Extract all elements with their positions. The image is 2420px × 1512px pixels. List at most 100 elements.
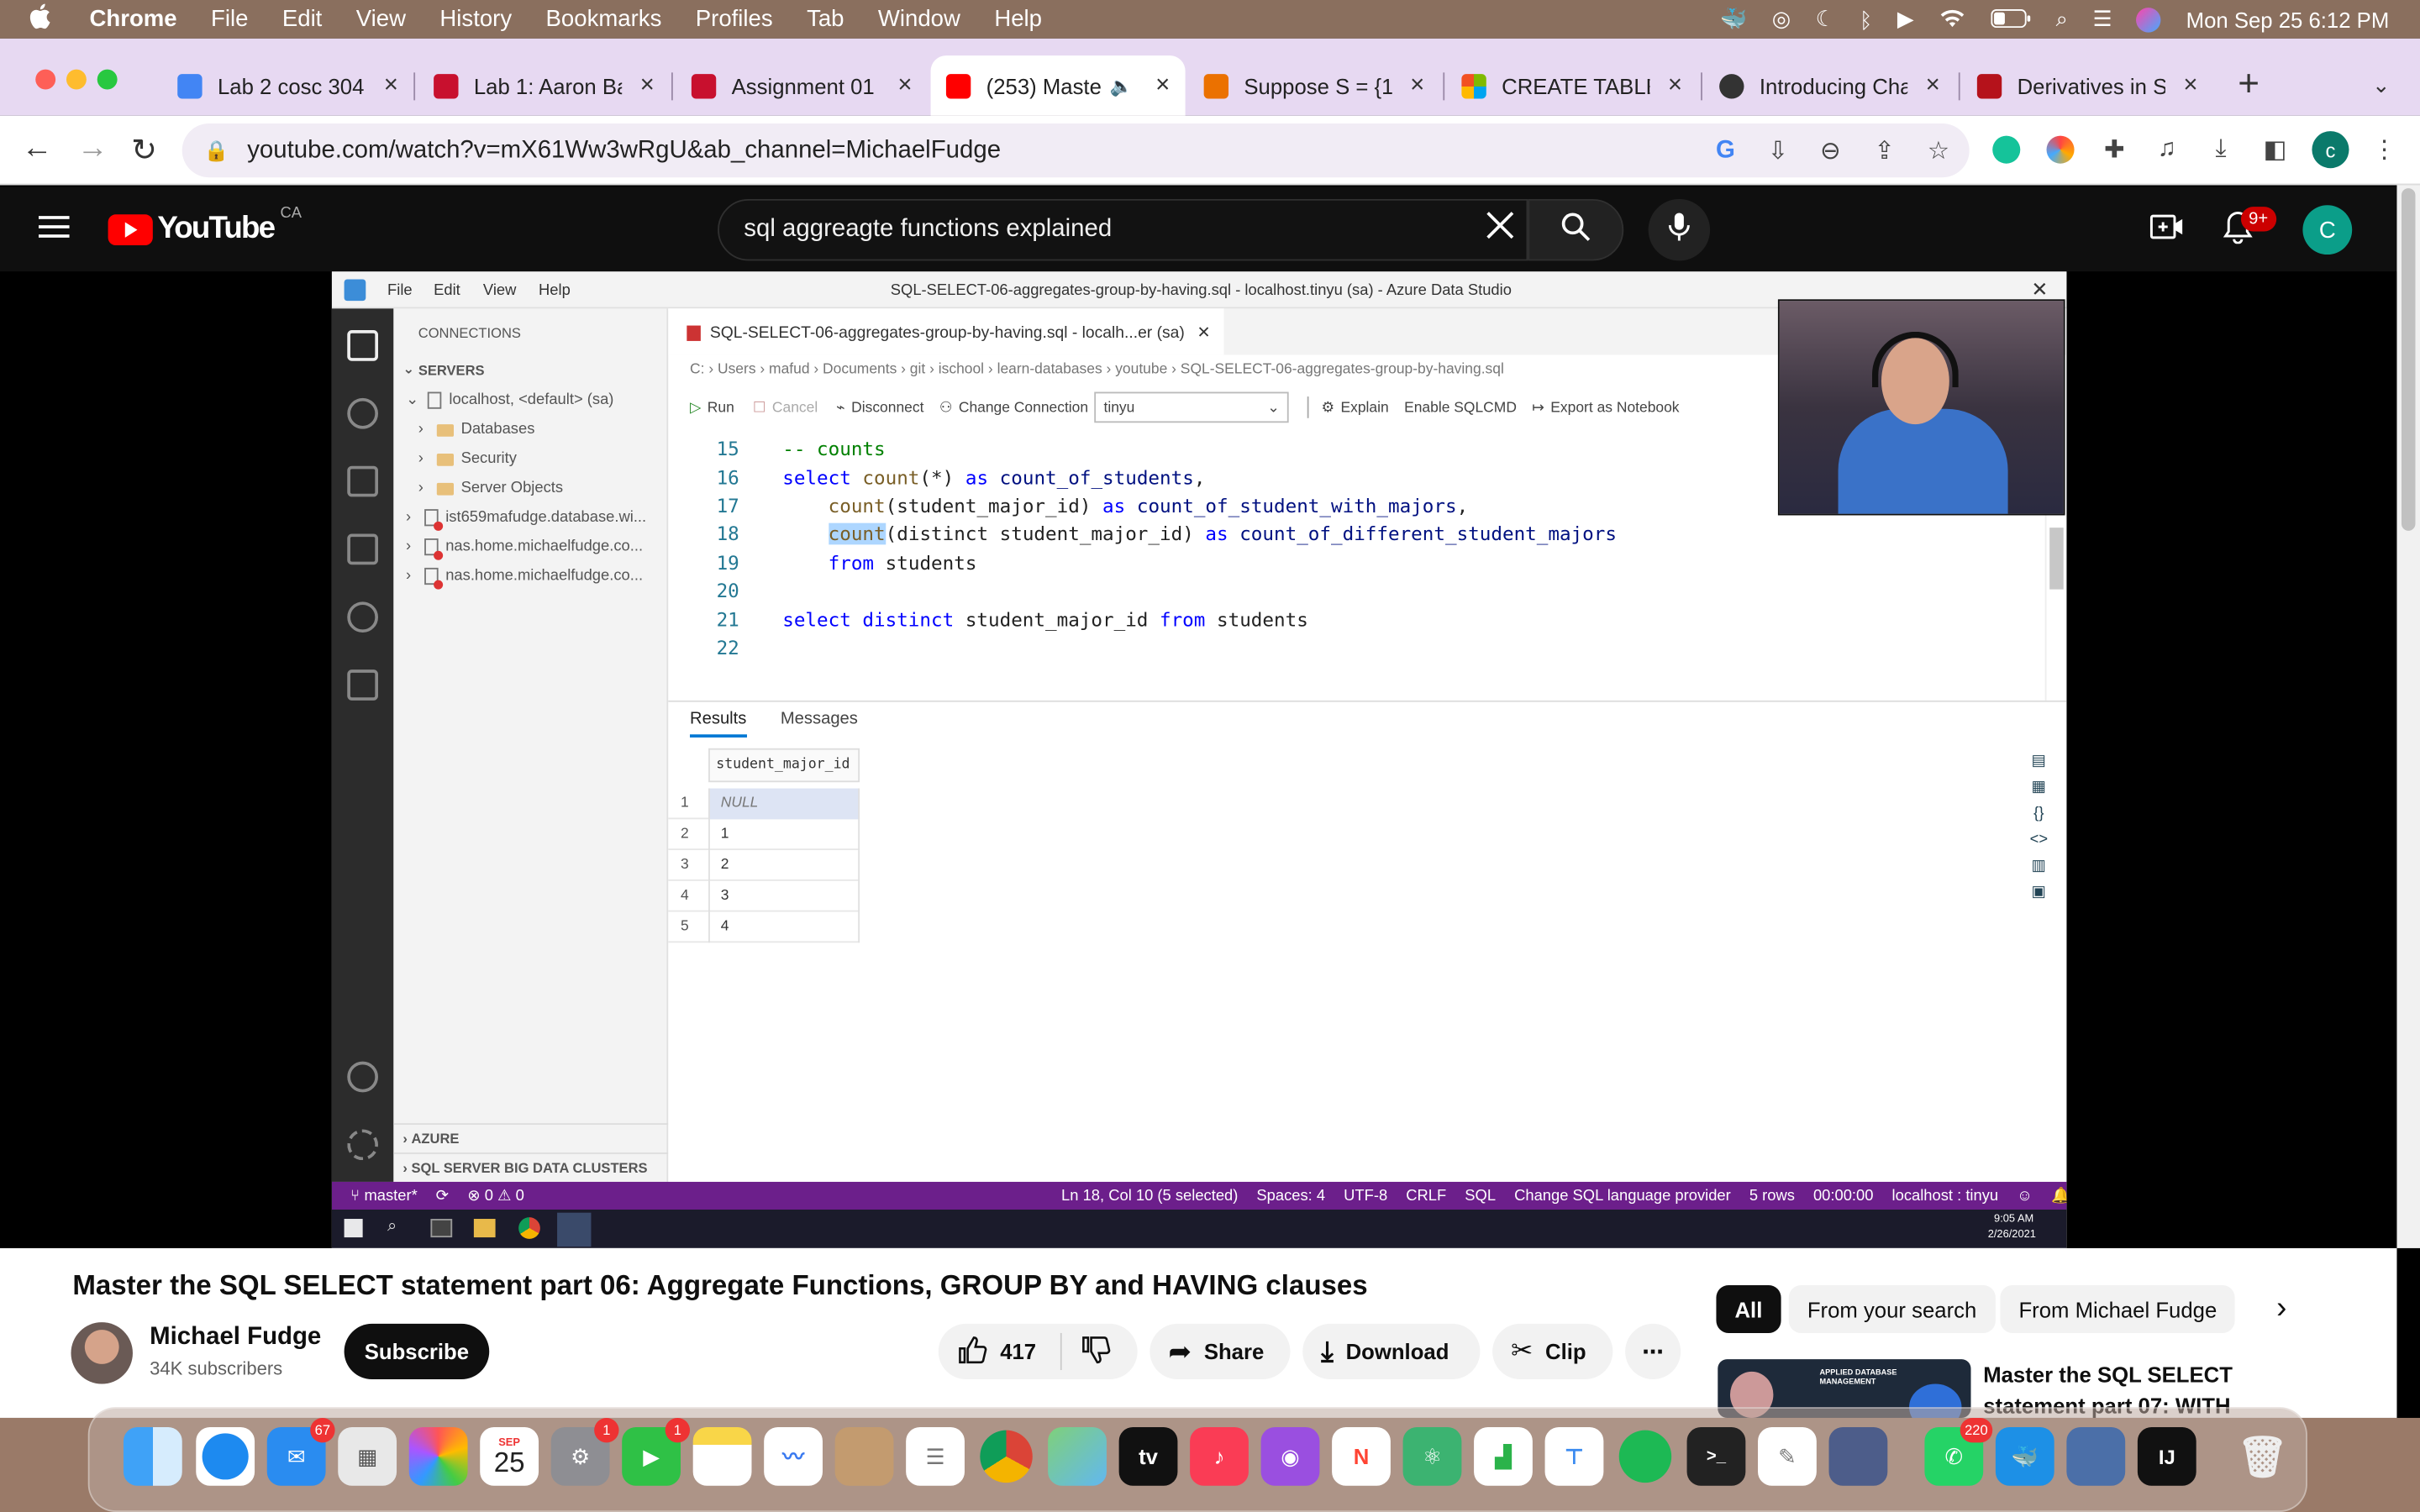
news-icon[interactable]: N bbox=[1332, 1426, 1391, 1486]
menu-edit[interactable]: Edit bbox=[282, 6, 322, 32]
docker-status-icon[interactable]: 🐳 bbox=[1720, 6, 1747, 32]
color-extension-icon[interactable] bbox=[2045, 134, 2076, 165]
siri-icon[interactable] bbox=[2136, 7, 2162, 32]
profile-avatar[interactable]: c bbox=[2312, 131, 2349, 169]
browser-tab[interactable]: CREATE TABLE × bbox=[1446, 55, 1697, 116]
media-controls-icon[interactable]: ♫ bbox=[2151, 134, 2182, 165]
safari-icon[interactable] bbox=[196, 1426, 255, 1486]
reminders-icon[interactable]: ☰ bbox=[906, 1426, 965, 1486]
menu-bookmarks[interactable]: Bookmarks bbox=[546, 6, 662, 32]
tab-search-chevron-icon[interactable]: ⌄ bbox=[2372, 72, 2391, 98]
youtube-search-input[interactable]: sql aggreagte functions explained bbox=[718, 198, 1528, 261]
side-panel-icon[interactable]: ◧ bbox=[2260, 134, 2291, 165]
numbers-icon[interactable]: ▟ bbox=[1474, 1426, 1533, 1486]
close-tab-icon[interactable]: × bbox=[1926, 71, 1940, 99]
channel-avatar[interactable] bbox=[71, 1322, 133, 1384]
system-settings-icon[interactable]: ⚙ 1 bbox=[550, 1417, 619, 1486]
freeform-icon[interactable]: 〰 bbox=[764, 1426, 823, 1486]
chips-next-chevron-icon[interactable]: › bbox=[2276, 1291, 2286, 1326]
menu-view[interactable]: View bbox=[356, 6, 406, 32]
zoom-window-button[interactable] bbox=[97, 69, 118, 90]
focus-moon-icon[interactable]: ☾ bbox=[1816, 6, 1835, 32]
install-app-icon[interactable]: ⇩ bbox=[1763, 136, 1794, 167]
chip-from-your-search[interactable]: From your search bbox=[1788, 1285, 1996, 1333]
grammarly-extension-icon[interactable] bbox=[1991, 134, 2022, 165]
intellij-icon[interactable]: IJ bbox=[2137, 1426, 2196, 1486]
extensions-puzzle-icon[interactable]: ✚ bbox=[2099, 134, 2130, 165]
google-lens-icon[interactable]: G bbox=[1710, 136, 1741, 167]
maps-icon[interactable] bbox=[1048, 1426, 1107, 1486]
like-button[interactable]: 417 bbox=[939, 1332, 1062, 1371]
menu-app-name[interactable]: Chrome bbox=[90, 6, 177, 32]
battery-icon[interactable] bbox=[1991, 7, 2032, 31]
new-tab-button[interactable]: + bbox=[2238, 63, 2260, 106]
music-icon[interactable]: ♪ bbox=[1190, 1426, 1249, 1486]
chrome-menu-icon[interactable]: ⋮ bbox=[2369, 134, 2400, 165]
close-window-button[interactable] bbox=[35, 69, 56, 90]
clear-search-icon[interactable] bbox=[1483, 208, 1517, 250]
docker-icon[interactable]: 🐳 bbox=[1995, 1426, 2054, 1486]
browser-tab-active[interactable]: (253) Maste 🔈 × bbox=[930, 55, 1186, 116]
voice-search-button[interactable] bbox=[1648, 198, 1711, 261]
spotify-icon[interactable] bbox=[1616, 1427, 1675, 1486]
trash-icon[interactable]: 🗑 bbox=[2233, 1427, 2292, 1486]
atom-icon[interactable]: ⚛ bbox=[1402, 1426, 1462, 1486]
youtube-logo[interactable]: YouTube CA bbox=[108, 205, 302, 247]
screen-display-icon[interactable] bbox=[1828, 1426, 1888, 1486]
close-tab-icon[interactable]: × bbox=[1668, 71, 1682, 99]
finder-icon[interactable] bbox=[123, 1426, 182, 1486]
account-avatar[interactable]: C bbox=[2302, 205, 2353, 255]
azure-data-studio-icon[interactable] bbox=[2066, 1426, 2126, 1486]
photos-icon[interactable] bbox=[408, 1426, 468, 1486]
launchpad-icon[interactable]: ▦ bbox=[338, 1426, 397, 1486]
chip-all[interactable]: All bbox=[1716, 1285, 1781, 1333]
create-video-icon[interactable] bbox=[2149, 213, 2184, 248]
menu-file[interactable]: File bbox=[211, 6, 248, 32]
video-player[interactable]: File Edit View Help SQL-SELECT-06-aggreg… bbox=[0, 271, 2397, 1248]
close-tab-icon[interactable]: × bbox=[1155, 71, 1170, 99]
airdrop-icon[interactable]: ◎ bbox=[1772, 6, 1791, 32]
contacts-icon[interactable] bbox=[834, 1426, 894, 1486]
notes-icon[interactable] bbox=[692, 1426, 752, 1486]
chip-from-channel[interactable]: From Michael Fudge bbox=[2000, 1285, 2236, 1333]
menu-profiles[interactable]: Profiles bbox=[696, 6, 773, 32]
menu-help[interactable]: Help bbox=[994, 6, 1042, 32]
back-arrow-icon[interactable]: ← bbox=[22, 131, 53, 166]
keynote-icon[interactable]: ⊤ bbox=[1544, 1426, 1604, 1486]
menu-tab[interactable]: Tab bbox=[807, 6, 844, 32]
play-icon[interactable]: ▶ bbox=[1897, 6, 1914, 32]
close-tab-icon[interactable]: × bbox=[640, 71, 655, 99]
zoom-icon[interactable]: ⊖ bbox=[1815, 136, 1846, 167]
share-page-icon[interactable]: ⇪ bbox=[1869, 136, 1900, 167]
address-bar[interactable]: 🔒 youtube.com/watch?v=mX61Ww3wRgU&ab_cha… bbox=[182, 123, 1970, 178]
clip-button[interactable]: ✂ Clip bbox=[1492, 1323, 1613, 1380]
download-button[interactable]: ⤓ Download bbox=[1302, 1323, 1481, 1380]
menu-history[interactable]: History bbox=[439, 6, 512, 32]
mail-icon[interactable]: ✉ 67 bbox=[266, 1417, 335, 1486]
search-query-text[interactable]: sql aggreagte functions explained bbox=[744, 216, 1112, 244]
browser-tab[interactable]: Assignment 01 × bbox=[676, 55, 927, 116]
more-actions-button[interactable]: ⋯ bbox=[1625, 1323, 1681, 1380]
apple-menu-icon[interactable] bbox=[28, 3, 61, 36]
calendar-icon[interactable]: SEP 25 bbox=[480, 1426, 539, 1486]
wifi-icon[interactable] bbox=[1939, 7, 1966, 31]
url-text[interactable]: youtube.com/watch?v=mX61Ww3wRgU&ab_chann… bbox=[247, 137, 1001, 165]
terminal-icon[interactable]: >_ bbox=[1686, 1426, 1746, 1486]
search-button[interactable] bbox=[1528, 198, 1624, 261]
lock-icon[interactable]: 🔒 bbox=[203, 138, 229, 162]
browser-tab[interactable]: Lab 1: Aaron Ba × bbox=[418, 55, 670, 116]
clock[interactable]: Mon Sep 25 6:12 PM bbox=[2186, 7, 2390, 31]
browser-tab[interactable]: Derivatives in S × bbox=[1961, 55, 2212, 116]
chrome-icon[interactable] bbox=[977, 1427, 1036, 1486]
close-tab-icon[interactable]: × bbox=[384, 71, 398, 99]
textedit-icon[interactable]: ✎ bbox=[1758, 1426, 1817, 1486]
bluetooth-icon[interactable]: ᛒ bbox=[1860, 7, 1872, 31]
hamburger-menu-icon[interactable] bbox=[38, 214, 70, 247]
facetime-icon[interactable]: ▶ 1 bbox=[622, 1417, 691, 1486]
subscribe-button[interactable]: Subscribe bbox=[344, 1323, 490, 1380]
forward-arrow-icon[interactable]: → bbox=[77, 131, 108, 166]
apple-tv-icon[interactable]: tv bbox=[1118, 1426, 1178, 1486]
menu-window[interactable]: Window bbox=[878, 6, 960, 32]
whatsapp-icon[interactable]: ✆ 220 bbox=[1924, 1417, 1993, 1486]
spotlight-search-icon[interactable]: ⌕ bbox=[2056, 6, 2068, 32]
